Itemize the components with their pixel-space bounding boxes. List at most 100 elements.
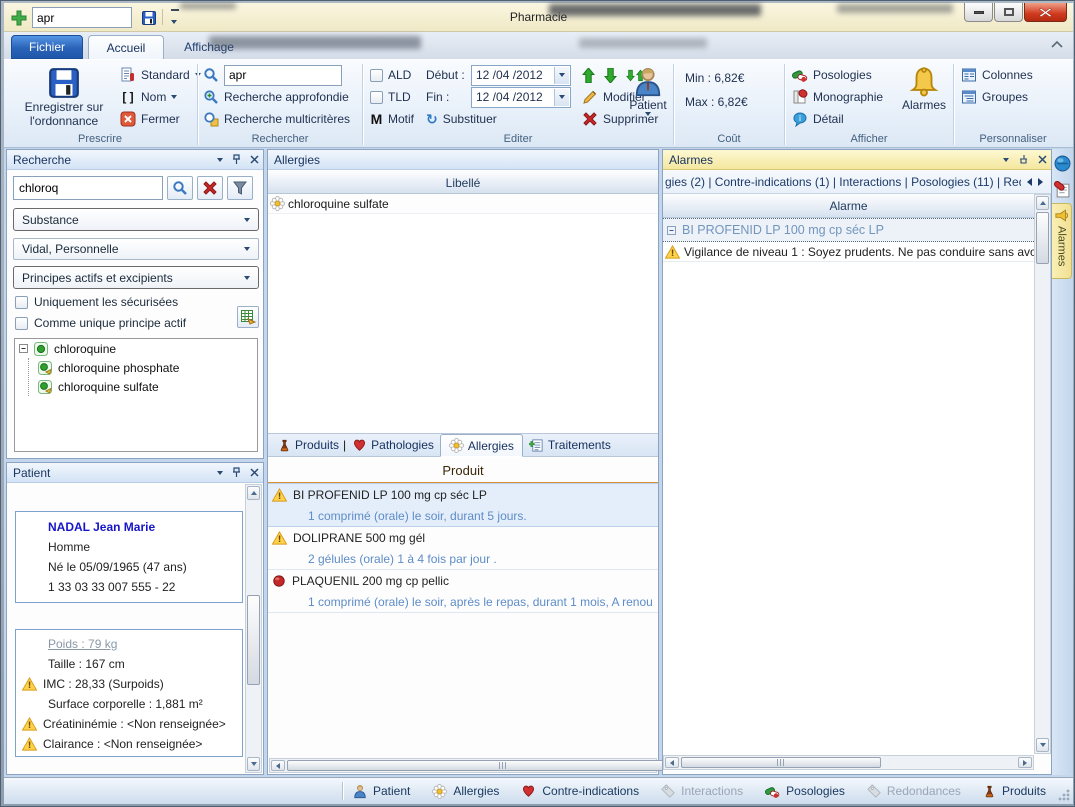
arrow-down-icon[interactable]: [604, 68, 617, 83]
tree-item-root[interactable]: chloroquine: [15, 339, 257, 358]
launch-search-button[interactable]: [167, 176, 193, 200]
arrow-up-icon[interactable]: [582, 68, 595, 83]
tab-accueil[interactable]: Accueil: [88, 35, 164, 59]
pills-icon: [765, 784, 780, 799]
product-row[interactable]: PLAQUENIL 200 mg cp pellic 1 comprimé (o…: [268, 570, 658, 613]
tab-fichier[interactable]: Fichier: [11, 35, 83, 59]
status-produits[interactable]: Produits: [983, 784, 1046, 799]
status-posologies[interactable]: Posologies: [765, 784, 845, 799]
substance-search-input[interactable]: [13, 176, 163, 200]
red-cross-icon: [202, 180, 218, 196]
panel-menu-icon[interactable]: [1003, 158, 1009, 162]
panel-title: Patient: [13, 466, 50, 480]
alarme-column-header[interactable]: Alarme: [663, 194, 1034, 218]
close-button[interactable]: [1024, 3, 1067, 22]
export-table-button[interactable]: [237, 306, 259, 328]
groupes-button[interactable]: Groupes: [961, 86, 1033, 108]
alarm-group-row[interactable]: BI PROFENID LP 100 mg cp séc LP: [663, 218, 1034, 242]
status-patient[interactable]: Patient: [353, 784, 410, 799]
help-button[interactable]: [1050, 151, 1074, 175]
close-icon[interactable]: [250, 155, 259, 164]
panel-title: Recherche: [13, 153, 71, 167]
produit-column-header[interactable]: Produit: [268, 457, 658, 483]
scroll-right-icon[interactable]: [1037, 177, 1045, 187]
pin-icon[interactable]: [232, 154, 241, 165]
fermer-button[interactable]: Fermer: [120, 108, 201, 130]
ald-checkbox[interactable]: ALD: [370, 64, 414, 86]
heart-icon: [352, 438, 367, 452]
tab-traitements[interactable]: Traitements: [523, 438, 617, 453]
search-type-dropdown[interactable]: Substance: [13, 208, 259, 231]
posologies-button[interactable]: Posologies: [792, 64, 883, 86]
panel-menu-icon[interactable]: [217, 471, 223, 475]
maximize-button[interactable]: [994, 3, 1023, 22]
pin-horizontal-icon[interactable]: [1018, 155, 1029, 164]
alarmes-vscrollbar[interactable]: [1034, 194, 1051, 754]
detail-button[interactable]: i Détail: [792, 108, 883, 130]
status-contre-indications[interactable]: Contre-indications: [521, 784, 639, 798]
date-dropdown-button[interactable]: [554, 89, 569, 106]
edit-document-button[interactable]: [1050, 177, 1074, 201]
standard-button[interactable]: Standard: [120, 64, 201, 86]
date-dropdown-button[interactable]: [554, 67, 569, 84]
status-allergies[interactable]: Allergies: [432, 784, 499, 799]
pin-icon[interactable]: [232, 467, 241, 478]
securisees-checkbox[interactable]: Uniquement les sécurisées: [15, 295, 178, 309]
alarmes-side-tab[interactable]: Alarmes: [1052, 203, 1072, 279]
close-icon[interactable]: [250, 468, 259, 477]
alarm-category-tabs[interactable]: gies (2) | Contre-indications (1) | Inte…: [663, 170, 1051, 194]
tab-produits[interactable]: Produits: [274, 438, 343, 453]
alarmes-button[interactable]: Alarmes: [898, 62, 950, 112]
collapse-expander-icon[interactable]: [667, 226, 676, 235]
product-row[interactable]: ! DOLIPRANE 500 mg gél 2 gélules (orale)…: [268, 527, 658, 570]
panel-menu-icon[interactable]: [217, 158, 223, 162]
principe-actif-checkbox[interactable]: Comme unique principe actif: [15, 316, 186, 330]
produit-hscrollbar[interactable]: [269, 758, 657, 773]
debut-date-input[interactable]: 12 /04 /2012: [471, 65, 571, 86]
ribbon-search-input[interactable]: [224, 65, 342, 86]
source-dropdown[interactable]: Vidal, Personnelle: [13, 238, 259, 260]
fin-date-input[interactable]: 12 /04 /2012: [471, 87, 571, 108]
tld-checkbox[interactable]: TLD: [370, 86, 414, 108]
search-icon[interactable]: [203, 67, 219, 83]
filter-button[interactable]: [227, 176, 253, 200]
svg-text:!: !: [28, 720, 32, 730]
nom-button[interactable]: [ ] Nom: [120, 86, 201, 108]
libelle-column-header[interactable]: Libellé: [268, 170, 658, 194]
tab-pathologies[interactable]: Pathologies: [346, 438, 440, 452]
scope-dropdown[interactable]: Principes actifs et excipients: [13, 266, 259, 289]
alarm-alert-row[interactable]: ! Vigilance de niveau 1 : Soyez prudents…: [663, 242, 1034, 262]
patient-scrollbar[interactable]: [245, 484, 262, 773]
patient-button[interactable]: Patient: [626, 62, 670, 116]
patient-panel: Patient Contact NADAL Jean Marie Homme N…: [6, 462, 264, 775]
tab-allergies[interactable]: Allergies: [440, 434, 523, 457]
panel-title: Alarmes: [669, 153, 713, 167]
suivi-section: Poids : 79 kg Taille : 167 cm ! IMC : 28…: [15, 629, 243, 757]
monographie-button[interactable]: Monographie: [792, 86, 883, 108]
flower-icon: [270, 196, 285, 211]
save-prescription-button[interactable]: Enregistrer sur l'ordonnance: [12, 62, 116, 128]
recherche-approfondie-button[interactable]: Recherche approfondie: [203, 86, 350, 108]
product-row[interactable]: ! BI PROFENID LP 100 mg cp séc LP 1 comp…: [268, 483, 658, 527]
surface-value: Surface corporelle : 1,881 m²: [22, 694, 242, 714]
resize-grip[interactable]: [1058, 789, 1070, 801]
alarmes-hscrollbar[interactable]: [663, 755, 1034, 770]
poids-link[interactable]: Poids : 79 kg: [48, 637, 117, 651]
minimize-button[interactable]: [964, 3, 993, 22]
tree-item-child[interactable]: chloroquine sulfate: [29, 377, 257, 396]
redacted-text: [180, 3, 236, 9]
tree-item-child[interactable]: chloroquine phosphate: [29, 358, 257, 377]
recherche-panel: Recherche Substance Vidal, Personnelle P…: [6, 149, 264, 459]
clear-search-button[interactable]: [197, 176, 223, 200]
motif-button[interactable]: MMotif: [370, 108, 414, 130]
close-icon[interactable]: [1038, 155, 1047, 164]
blue-sphere-icon: [1054, 155, 1071, 172]
recherche-multicriteres-button[interactable]: Recherche multicritères: [203, 108, 350, 130]
scroll-left-icon[interactable]: [1025, 177, 1033, 187]
collapse-ribbon-icon[interactable]: [1051, 40, 1063, 48]
allergy-row[interactable]: chloroquine sulfate: [268, 194, 658, 214]
close-icon: [1039, 7, 1052, 18]
colonnes-button[interactable]: Colonnes: [961, 64, 1033, 86]
collapse-expander-icon[interactable]: [19, 344, 28, 353]
substituer-button[interactable]: ↻ Substituer: [426, 108, 571, 130]
